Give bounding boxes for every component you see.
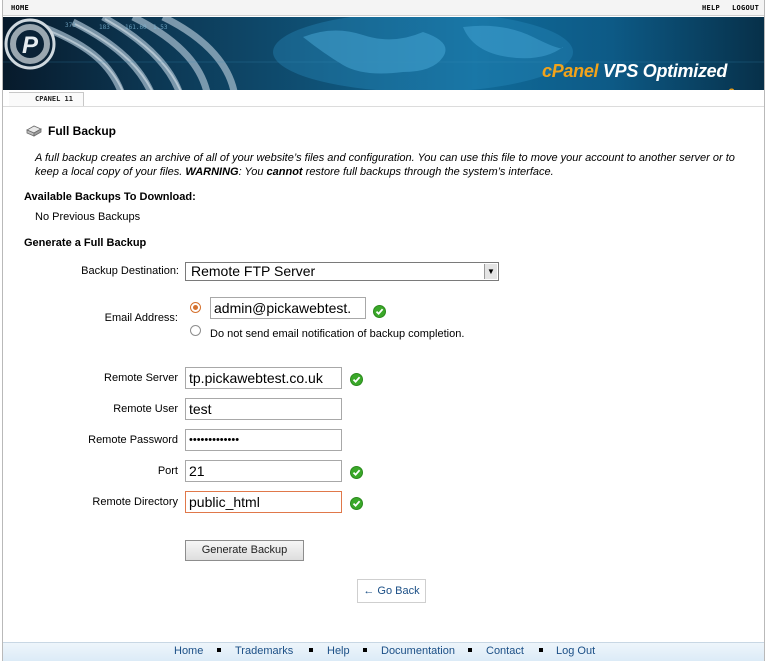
ticker-text-1: 373	[65, 22, 76, 29]
footer-link-help[interactable]: Help	[327, 645, 350, 657]
email-valid-check-icon	[373, 305, 386, 318]
ticker-text-2: 183	[99, 24, 110, 31]
footer-link-contact[interactable]: Contact	[486, 645, 524, 657]
footer-separator	[309, 648, 313, 652]
directory-valid-check-icon	[350, 497, 363, 510]
warning-suffix: restore full backups through the system’…	[302, 166, 554, 178]
intro-text: A full backup creates an archive of all …	[35, 151, 745, 179]
page-title: Full Backup	[48, 124, 117, 138]
no-email-label: Do not send email notification of backup…	[210, 328, 465, 340]
backup-destination-value: Remote FTP Server	[191, 263, 316, 279]
remote-password-label: Remote Password	[88, 434, 178, 446]
logout-link[interactable]: LOGOUT	[732, 4, 759, 12]
breadcrumb[interactable]: CPANEL 11	[9, 92, 84, 106]
no-backups-text: No Previous Backups	[35, 211, 141, 223]
no-email-radio[interactable]	[190, 325, 201, 336]
server-valid-check-icon	[350, 373, 363, 386]
footer-separator	[539, 648, 543, 652]
generate-backup-heading: Generate a Full Backup	[24, 237, 147, 249]
email-radio[interactable]	[190, 302, 201, 313]
svg-text:P: P	[22, 32, 39, 59]
email-label: Email Address:	[104, 312, 178, 324]
remote-user-label: Remote User	[113, 403, 178, 415]
destination-label: Backup Destination:	[81, 265, 179, 277]
go-back-link[interactable]: ← Go Back	[357, 579, 426, 603]
remote-server-label: Remote Server	[104, 372, 178, 384]
logo-product-name: VPS Optimized	[598, 61, 728, 81]
logo-cpanel-word: cPanel	[542, 61, 599, 81]
available-backups-heading: Available Backups To Download:	[24, 191, 196, 203]
help-link[interactable]: HELP	[702, 4, 720, 12]
ticker-text-4: 1.53	[153, 24, 168, 31]
warning-label: WARNING	[185, 166, 239, 178]
generate-backup-button[interactable]: Generate Backup	[185, 540, 304, 561]
warning-emphasis: cannot	[266, 166, 303, 178]
backup-drive-icon	[26, 125, 42, 137]
top-bar: HOME HELP LOGOUT	[3, 0, 764, 16]
footer-link-documentation[interactable]: Documentation	[381, 645, 455, 657]
footer-link-trademarks[interactable]: Trademarks	[235, 645, 293, 657]
remote-directory-field[interactable]: public_html	[185, 491, 342, 513]
remote-user-field[interactable]: test	[185, 398, 342, 420]
footer-nav: Home Trademarks Help Documentation Conta…	[3, 642, 764, 661]
chevron-down-icon: ▼	[484, 264, 497, 279]
page-frame: HOME HELP LOGOUT 373 183 161.60 1.53 P c…	[2, 0, 765, 661]
remote-directory-label: Remote Directory	[92, 496, 178, 508]
port-valid-check-icon	[350, 466, 363, 479]
footer-separator	[363, 648, 367, 652]
footer-separator	[217, 648, 221, 652]
email-field[interactable]: admin@pickawebtest.	[210, 297, 366, 319]
footer-separator	[468, 648, 472, 652]
remote-password-field[interactable]: •••••••••••••	[185, 429, 342, 451]
ticker-text-3: 161.60	[125, 24, 147, 31]
home-link[interactable]: HOME	[11, 4, 29, 12]
footer-link-logout[interactable]: Log Out	[556, 645, 595, 657]
breadcrumb-bar: CPANEL 11	[3, 90, 764, 107]
remote-server-field[interactable]: tp.pickawebtest.co.uk	[185, 367, 342, 389]
footer-link-home[interactable]: Home	[174, 645, 203, 657]
cpanel-logo-icon: P	[4, 18, 56, 70]
port-field[interactable]: 21	[185, 460, 342, 482]
backup-destination-select[interactable]: Remote FTP Server ▼	[185, 262, 499, 281]
cpanel-logo-text: cPanel VPS Optimized	[542, 61, 727, 82]
port-label: Port	[157, 465, 178, 477]
warning-prefix: : You	[238, 166, 267, 178]
cpanel-banner: 373 183 161.60 1.53 P cPanel VPS Optimiz…	[3, 17, 764, 90]
